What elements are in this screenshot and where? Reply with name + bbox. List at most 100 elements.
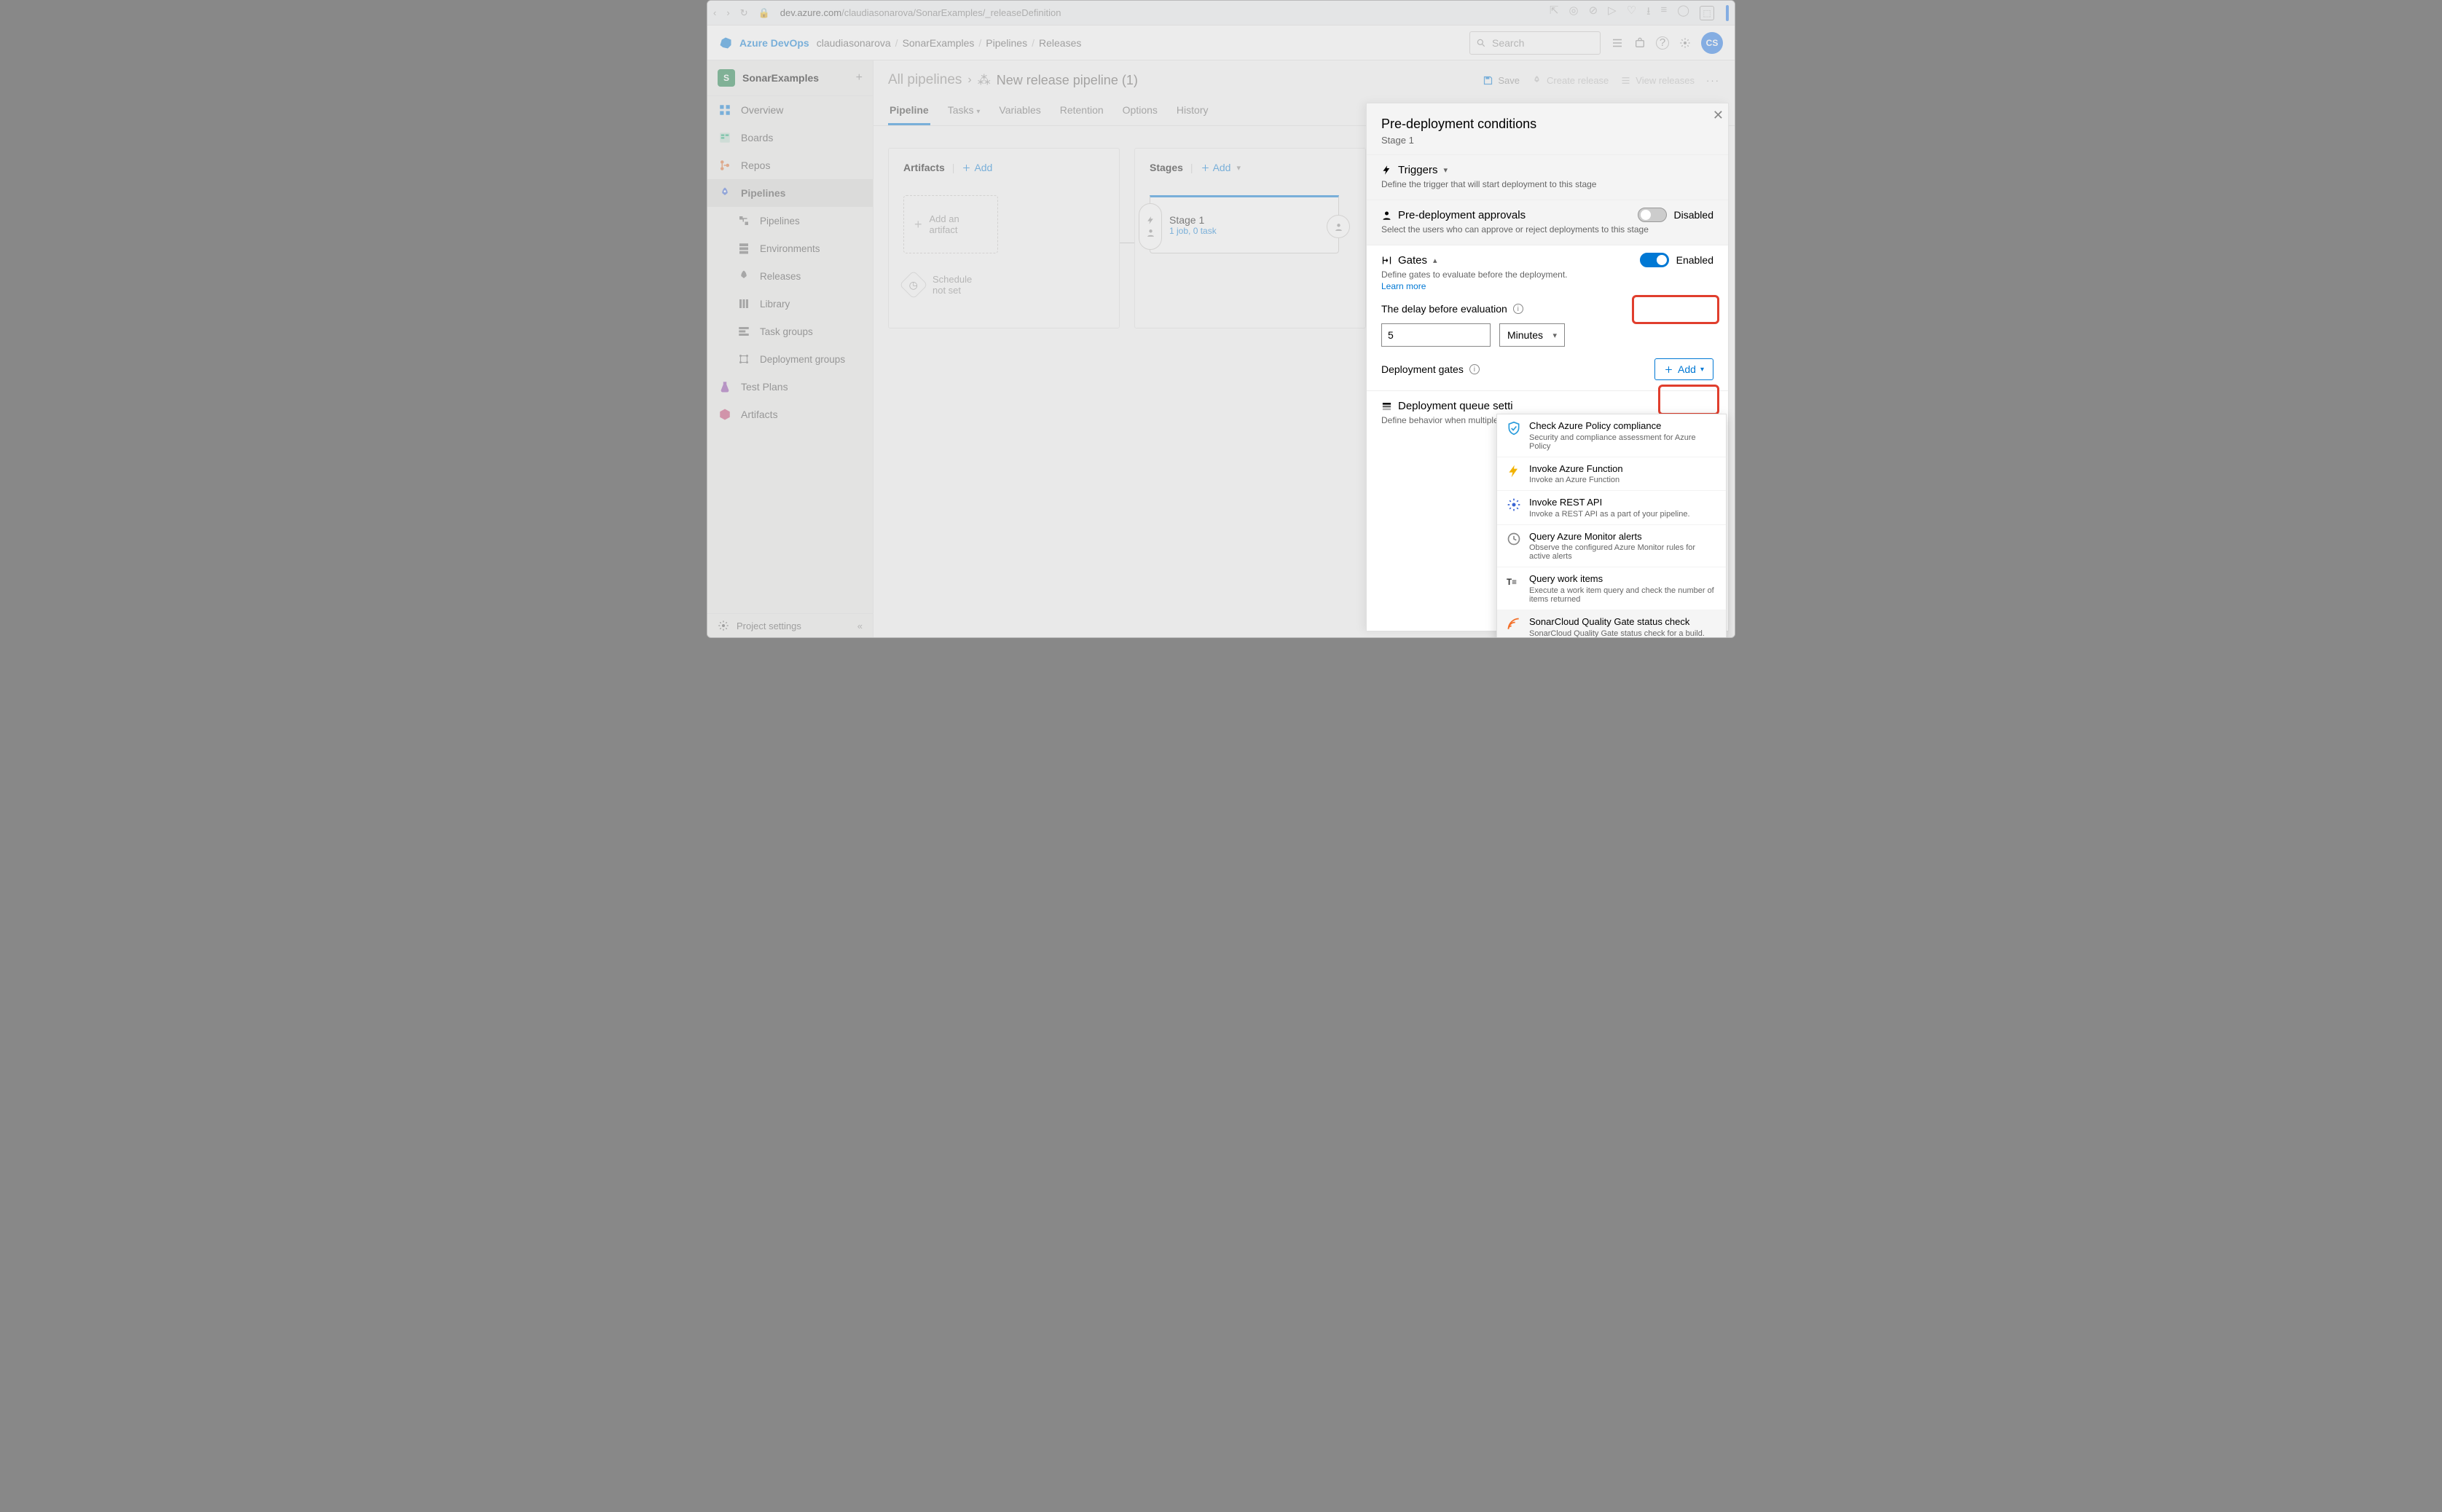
breadcrumb-item[interactable]: SonarExamples — [903, 37, 975, 49]
save-button[interactable]: Save — [1483, 75, 1520, 86]
sidebar-item-deployment-groups[interactable]: Deployment groups — [707, 345, 873, 373]
sidebar-item-task-groups[interactable]: Task groups — [707, 318, 873, 345]
breadcrumb-item[interactable]: Releases — [1039, 37, 1081, 49]
stage-card[interactable]: Stage 1 1 job, 0 task — [1150, 195, 1339, 253]
profile-icon[interactable]: ◯ — [1677, 4, 1689, 22]
gate-option-query-work-items[interactable]: Query work itemsExecute a work item quer… — [1497, 567, 1726, 610]
add-stage-link[interactable]: Add ▾ — [1201, 162, 1241, 173]
gate-option-query-azure-monitor-alerts[interactable]: Query Azure Monitor alertsObserve the co… — [1497, 525, 1726, 568]
more-actions-icon[interactable]: ··· — [1706, 75, 1720, 86]
add-artifact-link[interactable]: Add — [962, 162, 992, 173]
nav-label: Task groups — [760, 326, 813, 337]
sidebar-item-overview[interactable]: Overview — [707, 96, 873, 124]
highlight-add-button — [1658, 385, 1719, 415]
tab-retention[interactable]: Retention — [1059, 97, 1105, 125]
gate-option-invoke-rest-api[interactable]: Invoke REST APIInvoke a REST API as a pa… — [1497, 491, 1726, 525]
sidebar-collapse-icon[interactable]: « — [857, 621, 863, 631]
browser-action-icons: ⇱ ◎ ⊘ ▷ ♡ ⭳ ≡ ◯ — [1550, 4, 1689, 22]
stages-label: Stages — [1150, 162, 1183, 173]
add-gate-button[interactable]: Add ▾ — [1654, 358, 1713, 380]
gate-option-icon — [1506, 531, 1522, 547]
nav-label: Environments — [760, 243, 820, 254]
all-pipelines-link[interactable]: All pipelines — [888, 72, 962, 88]
tab-variables[interactable]: Variables — [997, 97, 1042, 125]
extension-icon[interactable]: ⬚ — [1700, 6, 1714, 20]
panel-title: Pre-deployment conditions — [1381, 117, 1713, 132]
triggers-section[interactable]: Triggers ▾ Define the trigger that will … — [1367, 154, 1728, 200]
nav-reload-icon[interactable]: ↻ — [740, 7, 748, 19]
schedule-indicator[interactable]: ◷ Schedule not set — [903, 274, 1104, 296]
breadcrumb-item[interactable]: Pipelines — [986, 37, 1027, 49]
search-placeholder: Search — [1492, 37, 1524, 49]
marketplace-icon[interactable] — [1634, 37, 1646, 49]
delay-value-input[interactable] — [1381, 323, 1491, 347]
gate-option-desc: Execute a work item query and check the … — [1529, 586, 1717, 604]
tab-options[interactable]: Options — [1121, 97, 1159, 125]
sidebar-item-library[interactable]: Library — [707, 290, 873, 318]
sidebar-item-environments[interactable]: Environments — [707, 235, 873, 262]
azure-devops-logo-icon[interactable] — [719, 36, 732, 50]
tab-history[interactable]: History — [1175, 97, 1210, 125]
settings-icon[interactable] — [1679, 37, 1691, 49]
filter-icon[interactable] — [1611, 36, 1624, 50]
nav-forward-icon[interactable]: › — [726, 7, 729, 19]
nav-icon — [737, 213, 751, 228]
camera-icon[interactable]: ◎ — [1569, 4, 1579, 22]
project-settings-link[interactable]: Project settings « — [707, 613, 873, 637]
sidebar-item-releases[interactable]: Releases — [707, 262, 873, 290]
user-avatar[interactable]: CS — [1701, 32, 1723, 54]
nav-icon — [718, 103, 732, 117]
brand-text[interactable]: Azure DevOps — [739, 37, 809, 49]
gate-option-title: SonarCloud Quality Gate status check — [1529, 616, 1705, 628]
sidebar-item-test-plans[interactable]: Test Plans — [707, 373, 873, 401]
gate-option-desc: Security and compliance assessment for A… — [1529, 433, 1717, 451]
stage-name: Stage 1 — [1169, 214, 1217, 226]
play-icon[interactable]: ▷ — [1608, 4, 1617, 22]
chevron-up-icon: ▴ — [1433, 256, 1437, 265]
view-releases-button: View releases — [1620, 75, 1695, 86]
delay-unit-select[interactable]: Minutes ▾ — [1499, 323, 1565, 347]
info-icon[interactable]: i — [1469, 364, 1480, 374]
info-icon[interactable]: i — [1513, 304, 1523, 314]
block-icon[interactable]: ⊘ — [1589, 4, 1598, 22]
sidebar-item-boards[interactable]: Boards — [707, 124, 873, 151]
gate-option-sonarcloud-quality-gate-status-check[interactable]: SonarCloud Quality Gate status checkSona… — [1497, 610, 1726, 638]
post-deployment-button[interactable] — [1327, 215, 1350, 238]
search-input[interactable]: Search — [1469, 31, 1601, 55]
gates-toggle[interactable] — [1640, 253, 1669, 267]
panel-close-button[interactable]: ✕ — [1713, 108, 1724, 123]
open-external-icon[interactable]: ⇱ — [1550, 4, 1559, 22]
gates-learn-more-link[interactable]: Learn more — [1381, 281, 1426, 291]
nav-label: Pipelines — [741, 187, 785, 199]
nav-label: Releases — [760, 271, 801, 282]
tab-pipeline[interactable]: Pipeline — [888, 97, 930, 125]
breadcrumb-item[interactable]: claudiasonarova — [817, 37, 891, 49]
pre-deployment-button[interactable] — [1139, 203, 1162, 250]
sidebar-item-pipelines[interactable]: Pipelines — [707, 179, 873, 207]
project-header[interactable]: S SonarExamples + — [707, 60, 873, 96]
download-icon[interactable]: ⭳ — [1646, 4, 1650, 22]
window-handle — [1726, 5, 1729, 21]
sidebar-item-pipelines[interactable]: Pipelines — [707, 207, 873, 235]
nav-back-icon[interactable]: ‹ — [713, 7, 716, 19]
heart-icon[interactable]: ♡ — [1627, 4, 1636, 22]
approvals-section[interactable]: Pre-deployment approvals Select the user… — [1367, 200, 1728, 245]
project-add-icon[interactable]: + — [856, 71, 863, 84]
stage-tasks-link[interactable]: 1 job, 0 task — [1169, 226, 1217, 236]
nav-label: Test Plans — [741, 381, 788, 393]
sidebar-item-artifacts[interactable]: Artifacts — [707, 401, 873, 428]
gate-option-invoke-azure-function[interactable]: Invoke Azure FunctionInvoke an Azure Fun… — [1497, 457, 1726, 492]
chevron-down-icon: ▾ — [1552, 331, 1557, 340]
help-icon[interactable]: ? — [1656, 36, 1669, 50]
sidebar-item-repos[interactable]: Repos — [707, 151, 873, 179]
approvals-toggle[interactable] — [1638, 208, 1667, 222]
gate-option-check-azure-policy-compliance[interactable]: Check Azure Policy complianceSecurity an… — [1497, 414, 1726, 457]
tab-tasks[interactable]: Tasks ▾ — [946, 97, 982, 125]
gate-option-title: Invoke REST API — [1529, 497, 1690, 508]
list-icon[interactable]: ≡ — [1660, 4, 1667, 22]
nav-icon — [737, 324, 751, 339]
nav-icon — [737, 241, 751, 256]
artifacts-box: Artifacts | Add + Add an artifact ◷ — [888, 148, 1120, 328]
gate-option-desc: SonarCloud Quality Gate status check for… — [1529, 629, 1705, 638]
add-artifact-card[interactable]: + Add an artifact — [903, 195, 998, 253]
